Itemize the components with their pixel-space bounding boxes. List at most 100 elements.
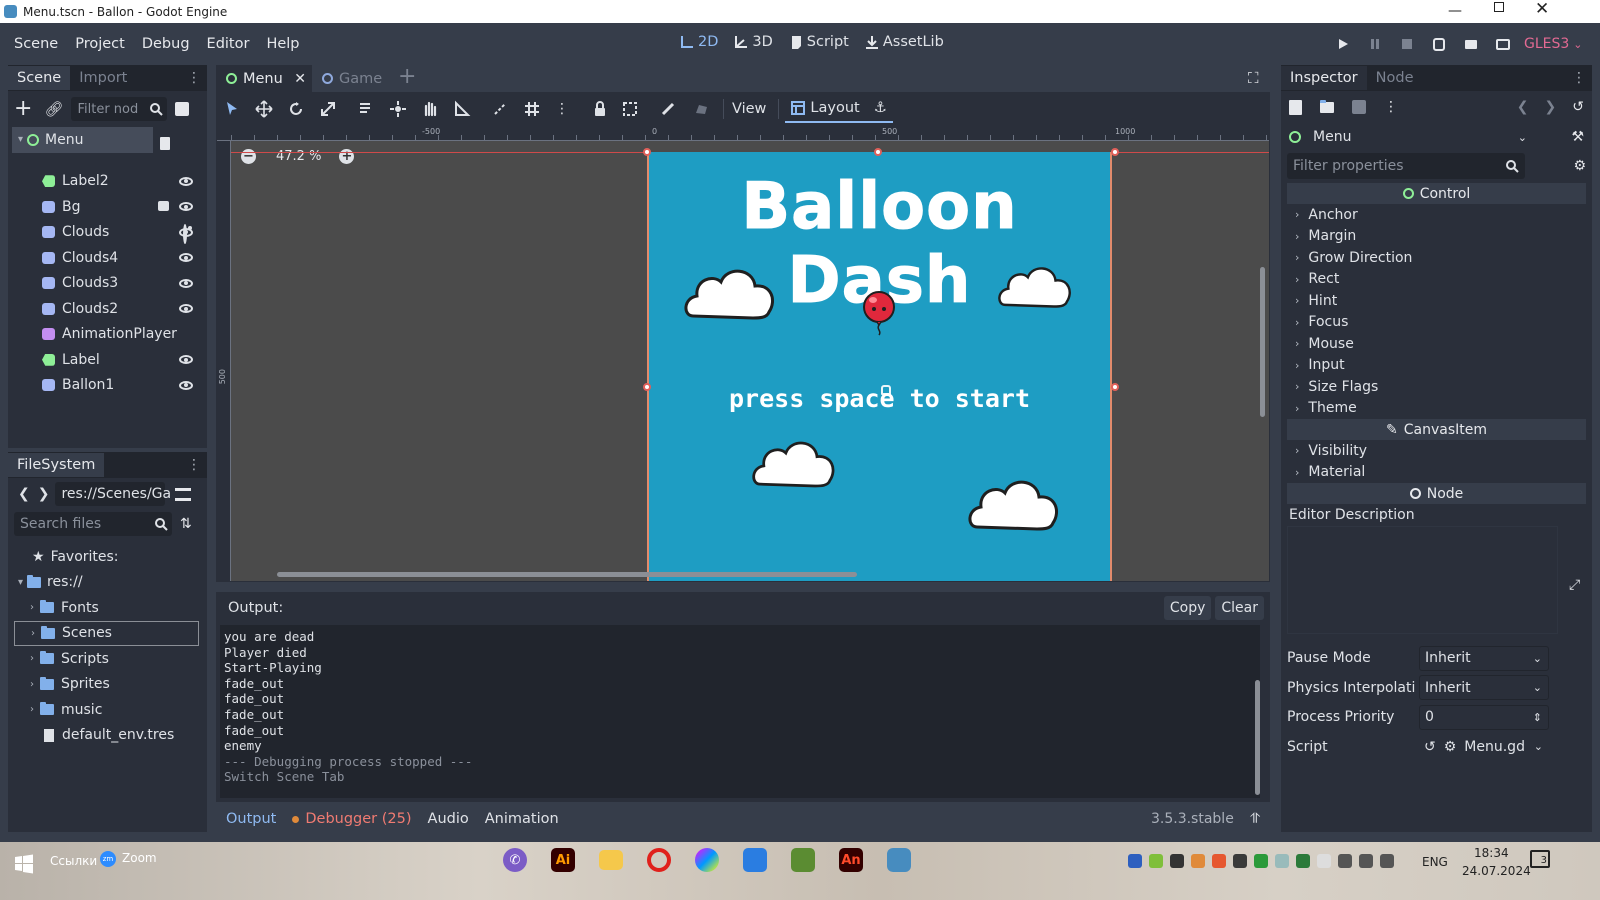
back-arrow-icon[interactable]: ❮: [18, 486, 30, 502]
inspector-category[interactable]: › Material: [1287, 462, 1586, 484]
clock-time[interactable]: 18:34: [1474, 846, 1509, 860]
tray-cloud-icon[interactable]: [1191, 854, 1205, 868]
visibility-eye-icon[interactable]: [179, 176, 193, 186]
tab-game-scene[interactable]: Game: [322, 65, 382, 92]
favorites-row[interactable]: ★ Favorites:: [14, 544, 201, 570]
fs-folder-row[interactable]: › Fonts: [14, 595, 201, 621]
tray-nvidia-icon[interactable]: [1254, 854, 1268, 868]
tab-debugger[interactable]: Debugger (25): [305, 811, 411, 827]
tray-malwarebytes-icon[interactable]: [1128, 854, 1142, 868]
viber-icon[interactable]: ✆: [503, 848, 527, 872]
section-canvasitem[interactable]: ✎ CanvasItem: [1287, 419, 1586, 440]
skeleton-icon[interactable]: [656, 97, 680, 121]
save-icon[interactable]: [1352, 100, 1366, 114]
ruler-tool-icon[interactable]: [450, 97, 474, 121]
illustrator-icon[interactable]: Ai: [551, 848, 575, 872]
language-indicator[interactable]: ENG: [1422, 855, 1448, 869]
tab-output[interactable]: Output: [226, 811, 276, 827]
inspector-menu-icon[interactable]: ⋮: [1572, 70, 1586, 86]
tree-row[interactable]: AnimationPlayer: [12, 322, 203, 348]
tray-steam-icon[interactable]: [1170, 854, 1184, 868]
distraction-free-icon[interactable]: ⛶: [1248, 69, 1259, 87]
zoom-app-label[interactable]: Zoom: [122, 851, 157, 865]
tray-battery-icon[interactable]: [1380, 854, 1394, 868]
inspector-category[interactable]: › Grow Direction: [1287, 247, 1586, 269]
scene-dock-menu-icon[interactable]: ⋮: [187, 70, 201, 86]
fs-folder-row[interactable]: › music: [14, 697, 201, 723]
notifications-icon[interactable]: 3: [1530, 850, 1550, 868]
visibility-eye-icon[interactable]: [179, 304, 193, 313]
tab-animation[interactable]: Animation: [485, 811, 559, 827]
viewport-hscroll[interactable]: [277, 572, 857, 577]
zoom-app-icon[interactable]: zm: [100, 851, 116, 867]
output-log[interactable]: you are dead Player died Start-Playing fade…: [220, 625, 1260, 798]
play-icon[interactable]: [1336, 37, 1350, 51]
inspected-node-select[interactable]: Menu ⌄: [1289, 124, 1527, 150]
visibility-eye-icon[interactable]: [179, 380, 193, 390]
tray-network-icon[interactable]: [1338, 854, 1352, 868]
fs-file-row[interactable]: default_env.tres: [14, 723, 201, 749]
revert-icon[interactable]: ↺: [1424, 739, 1436, 755]
tab-import[interactable]: Import: [70, 66, 136, 90]
object-properties-icon[interactable]: ⚒: [1571, 129, 1584, 145]
section-node[interactable]: Node: [1287, 483, 1586, 504]
lock-icon[interactable]: [588, 97, 612, 121]
copy-button[interactable]: Copy: [1163, 596, 1212, 620]
link-icon[interactable]: 🔗︎: [44, 100, 63, 118]
workspace-2d[interactable]: 2D: [680, 34, 718, 50]
selection-handle[interactable]: [1111, 148, 1119, 156]
menu-editor[interactable]: Editor: [207, 36, 250, 52]
property-settings-icon[interactable]: ⚙: [1573, 158, 1586, 174]
clock-date[interactable]: 24.07.2024: [1462, 864, 1531, 878]
sort-files-icon[interactable]: ⇅: [180, 516, 192, 532]
history-forward-icon[interactable]: ❯: [1545, 99, 1557, 115]
workspace-script[interactable]: Script: [789, 34, 849, 50]
tab-filesystem[interactable]: FileSystem: [8, 453, 105, 477]
group-icon[interactable]: [618, 97, 642, 121]
history-icon[interactable]: ↺: [1572, 99, 1584, 115]
selection-handle[interactable]: [643, 148, 651, 156]
godot-taskbar-icon[interactable]: [887, 848, 911, 872]
tab-menu-scene[interactable]: Menu ✕: [216, 65, 312, 92]
paint-app-icon[interactable]: [695, 848, 719, 872]
grid-snap-icon[interactable]: [520, 97, 544, 121]
fs-folder-row[interactable]: › Scenes: [14, 620, 199, 646]
scene-filter-input[interactable]: Filter nod: [71, 97, 168, 121]
pause-icon[interactable]: [1368, 37, 1382, 51]
inspector-category[interactable]: › Mouse: [1287, 333, 1586, 355]
tab-inspector[interactable]: Inspector: [1281, 66, 1367, 90]
tree-row[interactable]: Clouds4: [12, 245, 203, 271]
new-resource-icon[interactable]: [1289, 99, 1302, 115]
clear-button[interactable]: Clear: [1215, 596, 1264, 620]
tree-row[interactable]: Label2: [12, 169, 203, 195]
editor-description-field[interactable]: [1287, 525, 1558, 634]
animate-icon[interactable]: An: [839, 848, 863, 872]
visibility-eye-icon[interactable]: [179, 278, 193, 288]
menu-debug[interactable]: Debug: [142, 36, 190, 52]
smart-snap-icon[interactable]: [488, 97, 512, 121]
inspector-category[interactable]: › Input: [1287, 355, 1586, 377]
workspace-3d[interactable]: 3D: [734, 34, 773, 50]
tray-app-icon[interactable]: [1233, 854, 1247, 868]
expand-panel-icon[interactable]: ⥣: [1250, 811, 1260, 827]
visibility-eye-icon[interactable]: [179, 202, 193, 211]
selection-handle[interactable]: [874, 148, 882, 156]
tab-audio[interactable]: Audio: [428, 811, 469, 827]
add-node-icon[interactable]: +: [14, 98, 32, 120]
renderer-select[interactable]: GLES3 ⌄: [1524, 36, 1583, 52]
inspector-category[interactable]: › Hint: [1287, 290, 1586, 312]
inspector-value-field[interactable]: Inherit ⌄: [1419, 675, 1549, 701]
tray-torrent-icon[interactable]: [1212, 854, 1226, 868]
play-custom-scene-icon[interactable]: [1464, 37, 1478, 51]
move-tool-icon[interactable]: [252, 97, 276, 121]
expand-text-icon[interactable]: ⤢: [1569, 577, 1580, 593]
section-control[interactable]: Control: [1287, 183, 1586, 204]
open-folder-icon[interactable]: [1320, 99, 1334, 113]
resource-menu-icon[interactable]: ⋮: [1384, 99, 1398, 115]
pivot-tool-icon[interactable]: [386, 97, 410, 121]
inspector-category[interactable]: › Theme: [1287, 398, 1586, 420]
inspector-category[interactable]: › Visibility: [1287, 440, 1586, 462]
windows-start-icon[interactable]: [14, 854, 34, 874]
inspector-category[interactable]: › Focus: [1287, 312, 1586, 334]
tree-row-menu[interactable]: ▾ Menu: [12, 127, 153, 153]
